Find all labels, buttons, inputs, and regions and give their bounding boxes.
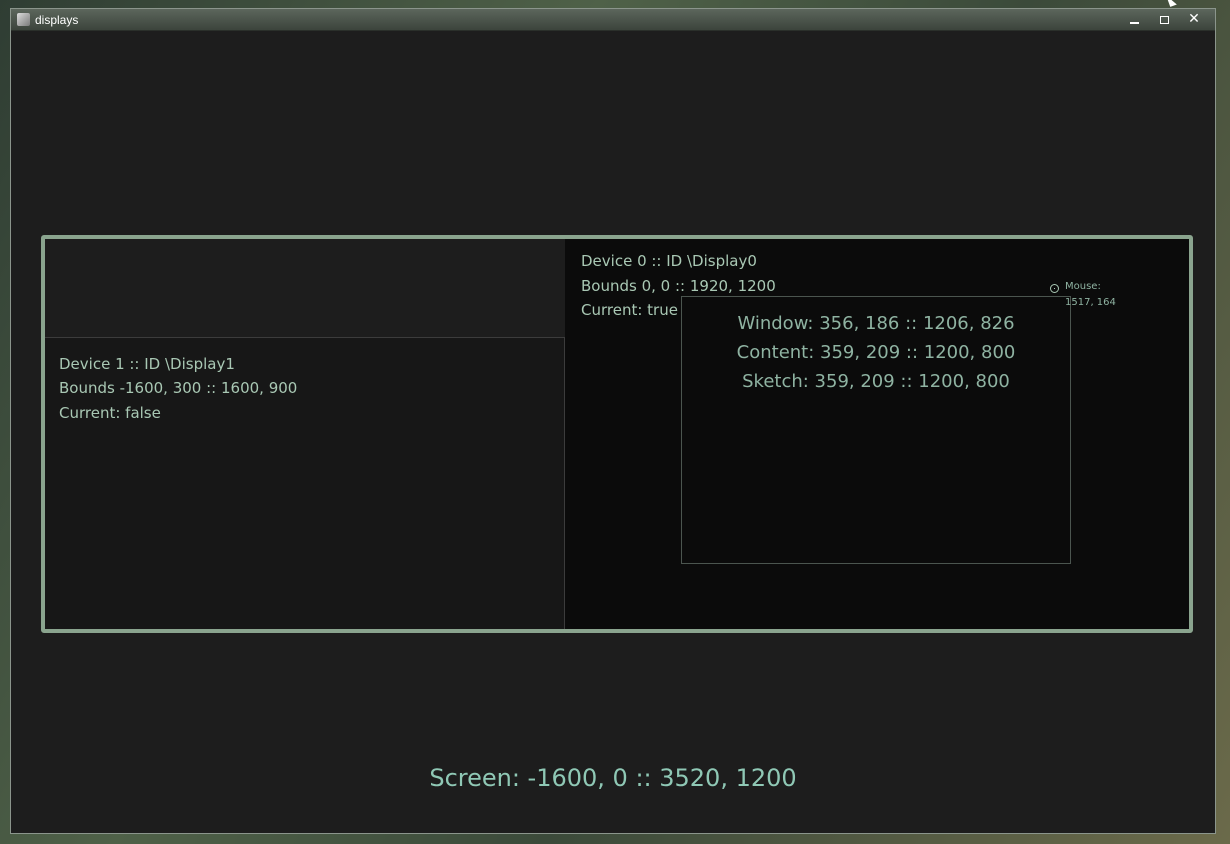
close-icon: ✕ bbox=[1188, 11, 1200, 27]
app-icon bbox=[17, 13, 30, 26]
display-0-bounds: Bounds 0, 0 :: 1920, 1200 bbox=[581, 276, 776, 295]
sketch-canvas[interactable]: Device 1 :: ID \Display1 Bounds -1600, 3… bbox=[11, 31, 1215, 833]
maximize-icon bbox=[1159, 15, 1169, 24]
mouse-position: 1517, 164 bbox=[1065, 297, 1116, 308]
window-title: displays bbox=[35, 13, 79, 27]
maximize-button[interactable] bbox=[1153, 11, 1175, 28]
display-1-bounds: Bounds -1600, 300 :: 1600, 900 bbox=[59, 379, 298, 397]
content-bounds: Content: 359, 209 :: 1200, 800 bbox=[736, 342, 1016, 363]
window-bounds: Window: 356, 186 :: 1206, 826 bbox=[737, 313, 1015, 334]
display-1-rect: Device 1 :: ID \Display1 Bounds -1600, 3… bbox=[45, 336, 565, 629]
display-1-info: Device 1 :: ID \Display1 Bounds -1600, 3… bbox=[59, 352, 297, 426]
desktop-background: displays ✕ Device 1 :: ID \Display1 Boun… bbox=[0, 0, 1230, 844]
display-1-device: Device 1 :: ID \Display1 bbox=[59, 354, 235, 373]
close-button[interactable]: ✕ bbox=[1183, 11, 1205, 28]
sketch-window-rect: Window: 356, 186 :: 1206, 826 Content: 3… bbox=[681, 296, 1071, 564]
mouse-readout: Mouse: 1517, 164 bbox=[1065, 279, 1116, 311]
sketch-window-info: Window: 356, 186 :: 1206, 826 Content: 3… bbox=[682, 309, 1070, 396]
mouse-marker-icon bbox=[1050, 284, 1059, 293]
mouse-label: Mouse: bbox=[1065, 281, 1101, 292]
title-bar[interactable]: displays ✕ bbox=[11, 9, 1215, 31]
display-1-current: Current: false bbox=[59, 403, 161, 422]
minimize-icon bbox=[1129, 21, 1139, 24]
virtual-screen-frame: Device 1 :: ID \Display1 Bounds -1600, 3… bbox=[41, 235, 1193, 633]
app-window: displays ✕ Device 1 :: ID \Display1 Boun… bbox=[10, 8, 1216, 834]
screen-summary: Screen: -1600, 0 :: 3520, 1200 bbox=[429, 764, 797, 792]
minimize-button[interactable] bbox=[1123, 11, 1145, 28]
mouse-cursor-icon bbox=[1166, 0, 1177, 7]
sketch-bounds: Sketch: 359, 209 :: 1200, 800 bbox=[742, 371, 1010, 392]
display-0-device: Device 0 :: ID \Display0 bbox=[581, 252, 757, 270]
